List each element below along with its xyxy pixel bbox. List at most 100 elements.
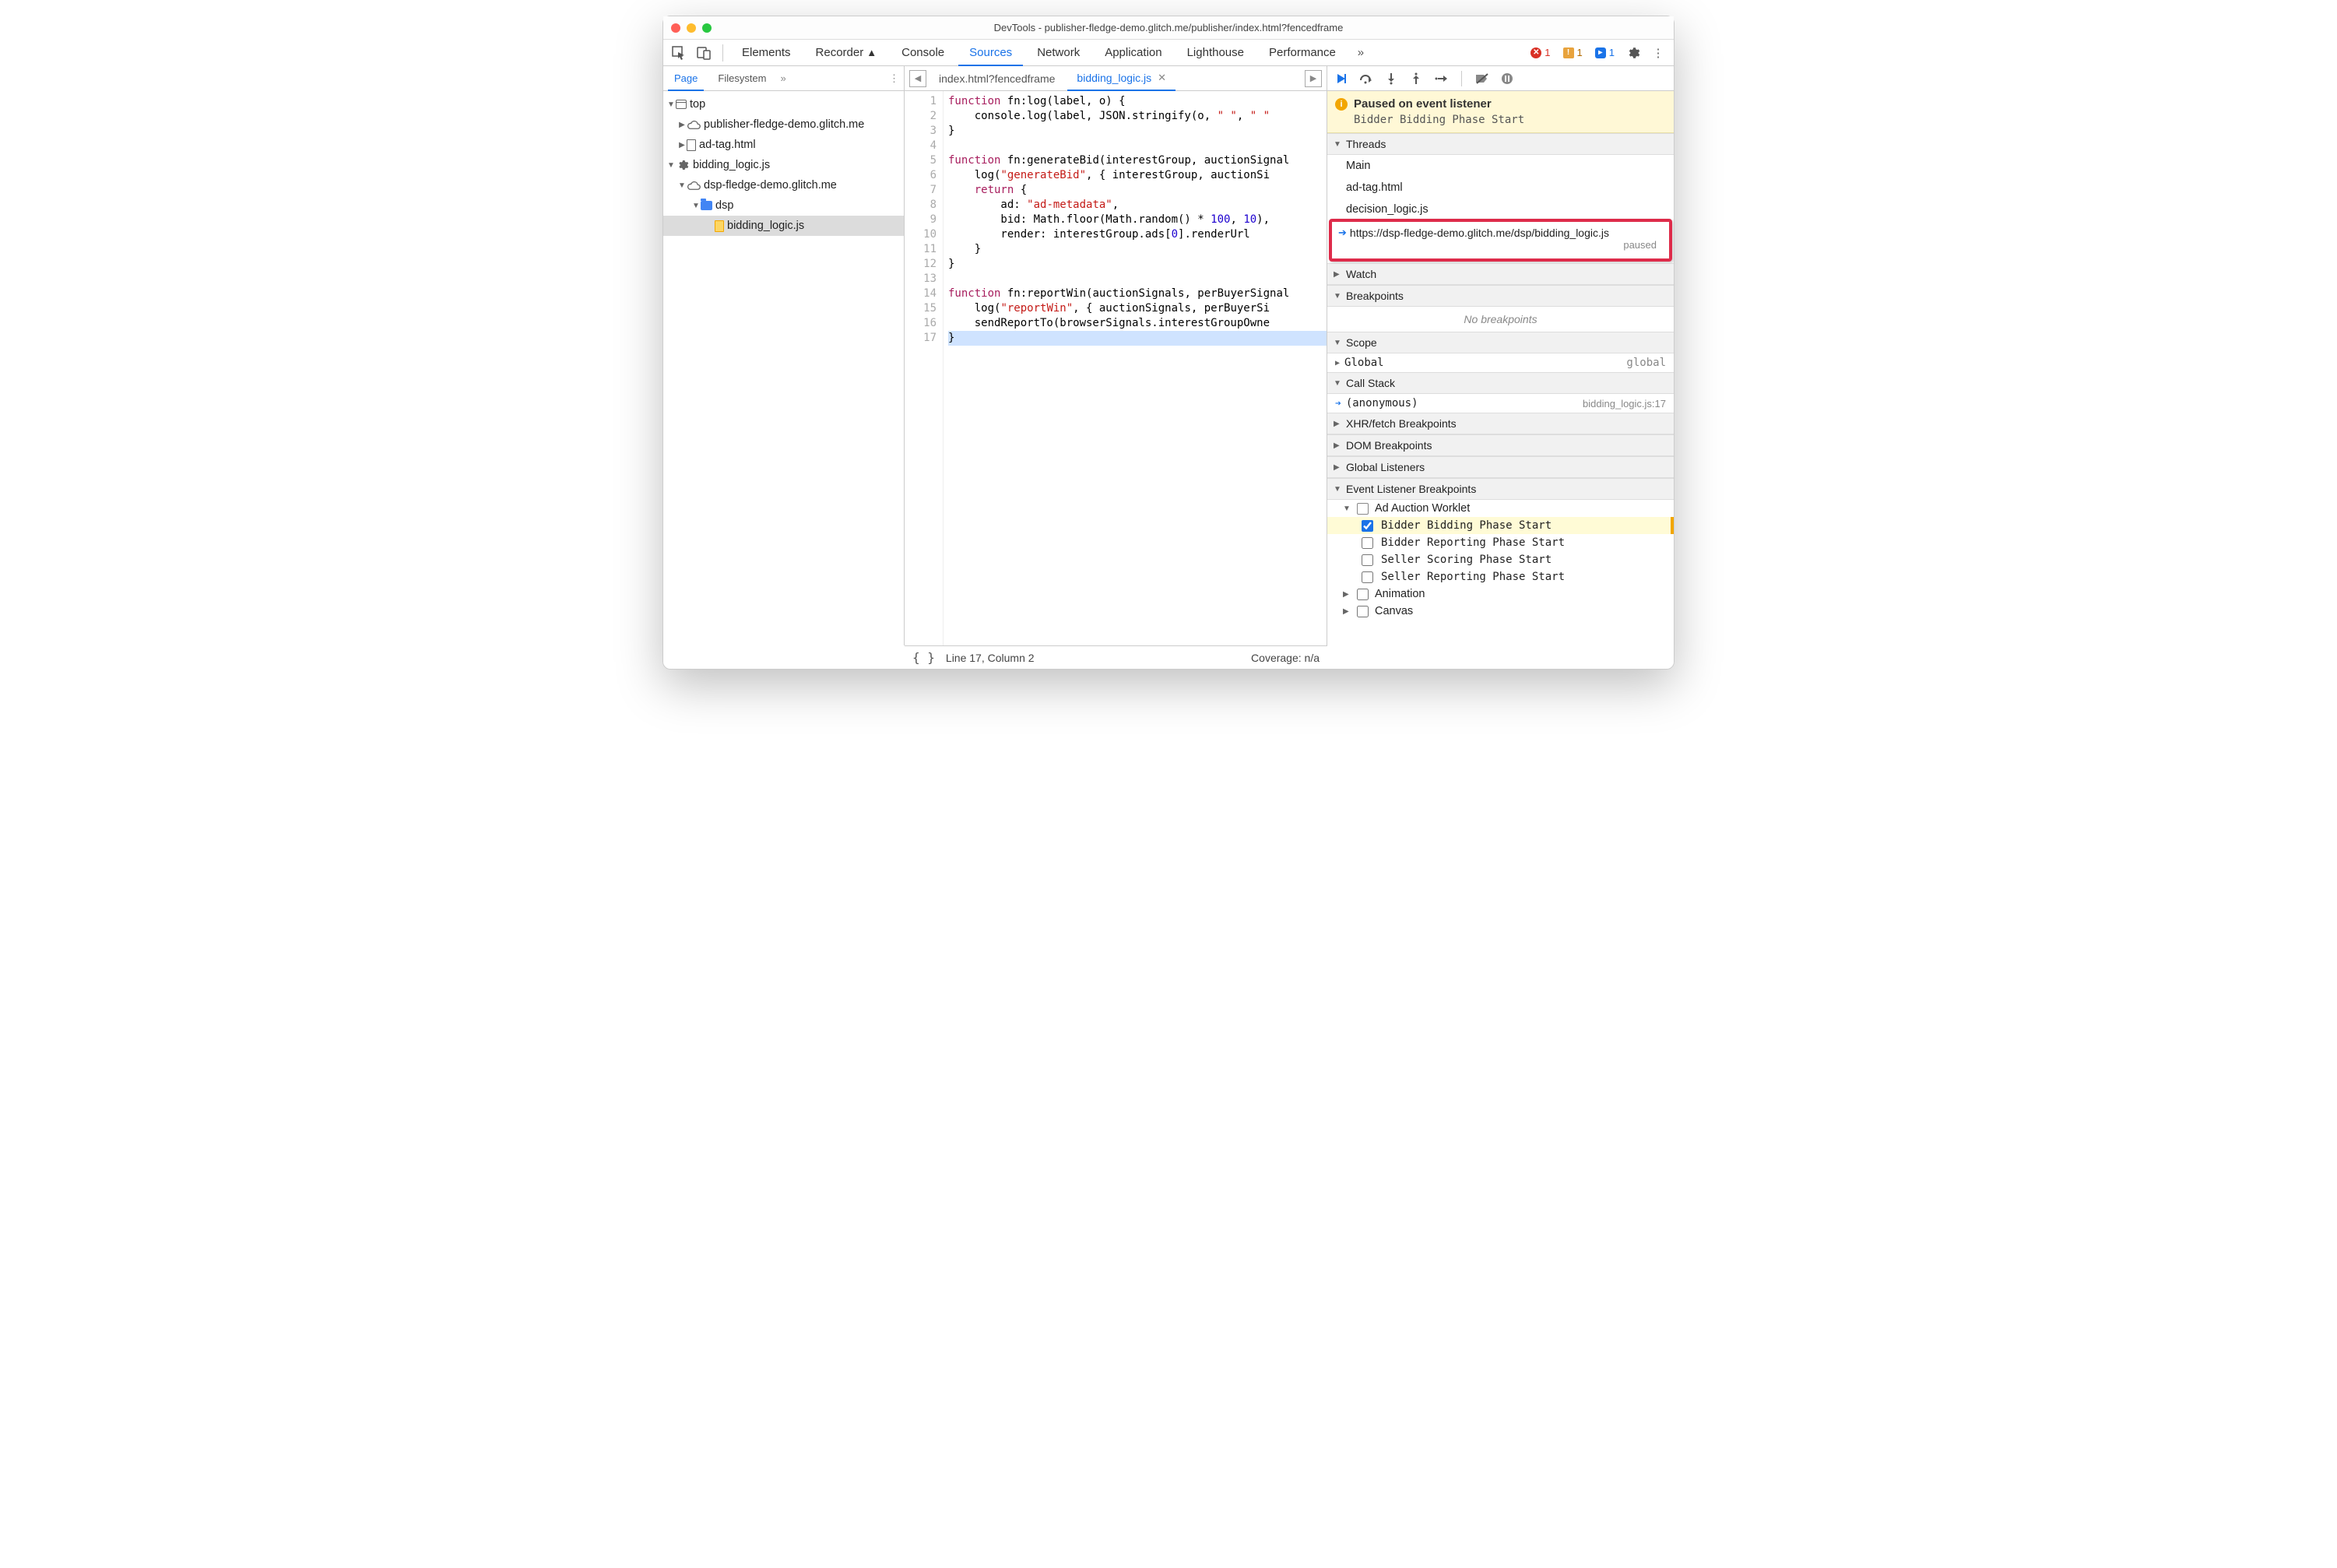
thread-bidding-label: https://dsp-fledge-demo.glitch.me/dsp/bi…	[1350, 227, 1609, 239]
thread-decision[interactable]: decision_logic.js	[1327, 199, 1674, 220]
step-into-icon[interactable]	[1383, 71, 1399, 86]
section-global-listeners[interactable]: ▶Global Listeners	[1327, 456, 1674, 478]
tab-network[interactable]: Network	[1026, 40, 1091, 66]
section-threads[interactable]: ▼Threads	[1327, 133, 1674, 155]
thread-main-label: Main	[1346, 160, 1370, 172]
section-xhr-label: XHR/fetch Breakpoints	[1346, 417, 1457, 430]
gear-icon	[676, 158, 690, 172]
evt-item-2-checkbox[interactable]	[1362, 554, 1373, 566]
section-callstack[interactable]: ▼Call Stack	[1327, 372, 1674, 394]
section-breakpoints[interactable]: ▼Breakpoints	[1327, 285, 1674, 307]
evt-item-1[interactable]: Bidder Reporting Phase Start	[1327, 534, 1674, 551]
evt-cat-canvas-label: Canvas	[1375, 605, 1413, 617]
more-subtabs-icon[interactable]: »	[781, 72, 786, 84]
evt-item-1-checkbox[interactable]	[1362, 537, 1373, 549]
section-xhr[interactable]: ▶XHR/fetch Breakpoints	[1327, 413, 1674, 434]
scope-global[interactable]: ▶ Global global	[1327, 353, 1674, 372]
code-body[interactable]: function fn:log(label, o) { console.log(…	[944, 91, 1327, 645]
evt-item-3-label: Seller Reporting Phase Start	[1381, 571, 1565, 583]
kebab-menu-icon[interactable]: ⋮	[1647, 42, 1669, 64]
evt-item-3-checkbox[interactable]	[1362, 571, 1373, 583]
section-watch-label: Watch	[1346, 268, 1376, 280]
evt-item-2[interactable]: Seller Scoring Phase Start	[1327, 551, 1674, 568]
navigator-panel: Page Filesystem » ⋮ ▼ top ▶ publisher-fl…	[663, 66, 905, 645]
code-editor[interactable]: 1234567891011121314151617 function fn:lo…	[905, 91, 1327, 645]
editor-tab-index[interactable]: index.html?fencedframe	[930, 66, 1064, 91]
more-tabs-icon[interactable]: »	[1350, 42, 1372, 64]
device-toggle-icon[interactable]	[693, 42, 715, 64]
tree-file-bidding[interactable]: bidding_logic.js	[663, 216, 904, 236]
section-event-listeners[interactable]: ▼Event Listener Breakpoints	[1327, 478, 1674, 500]
tab-performance[interactable]: Performance	[1258, 40, 1347, 66]
tree-top[interactable]: ▼ top	[663, 94, 904, 114]
errors-badge[interactable]: ✕1	[1526, 45, 1555, 60]
tab-sources[interactable]: Sources	[958, 40, 1023, 66]
columns: Page Filesystem » ⋮ ▼ top ▶ publisher-fl…	[663, 66, 1674, 645]
editor-tab-index-label: index.html?fencedframe	[939, 72, 1055, 85]
subtab-filesystem[interactable]: Filesystem	[712, 66, 772, 91]
tab-console[interactable]: Console	[891, 40, 955, 66]
editor-nav-fwd-icon[interactable]: ▶	[1305, 70, 1322, 87]
step-icon[interactable]	[1433, 71, 1449, 86]
thread-main[interactable]: Main	[1327, 155, 1674, 177]
tab-recorder[interactable]: Recorder ▲	[805, 40, 888, 66]
frame-icon	[676, 100, 687, 109]
tree-folder-dsp[interactable]: ▼ dsp	[663, 195, 904, 216]
format-icon[interactable]: { }	[912, 650, 935, 665]
evt-item-0-checkbox[interactable]	[1362, 520, 1373, 532]
issues-badge[interactable]: ▸1	[1590, 45, 1619, 60]
statusbar: { } Line 17, Column 2 Coverage: n/a	[905, 645, 1327, 669]
callstack-frame[interactable]: ➔ (anonymous) bidding_logic.js:17	[1327, 394, 1674, 413]
resume-icon[interactable]	[1334, 71, 1349, 86]
deactivate-breakpoints-icon[interactable]	[1474, 71, 1490, 86]
step-out-icon[interactable]	[1408, 71, 1424, 86]
tree-domain-dsp[interactable]: ▼ dsp-fledge-demo.glitch.me	[663, 175, 904, 195]
warnings-count: 1	[1577, 47, 1583, 58]
no-breakpoints: No breakpoints	[1327, 307, 1674, 332]
navigator-menu-icon[interactable]: ⋮	[889, 72, 899, 85]
step-over-icon[interactable]	[1358, 71, 1374, 86]
section-breakpoints-label: Breakpoints	[1346, 290, 1404, 302]
settings-icon[interactable]	[1622, 42, 1644, 64]
section-watch[interactable]: ▶Watch	[1327, 263, 1674, 285]
evt-item-0[interactable]: Bidder Bidding Phase Start	[1327, 517, 1674, 534]
tree-worklet-label: bidding_logic.js	[693, 159, 770, 171]
tab-lighthouse[interactable]: Lighthouse	[1176, 40, 1255, 66]
tree-domain-publisher[interactable]: ▶ publisher-fledge-demo.glitch.me	[663, 114, 904, 135]
thread-adtag[interactable]: ad-tag.html	[1327, 177, 1674, 199]
line-gutter: 1234567891011121314151617	[905, 91, 944, 645]
evt-cat-ad-auction-checkbox[interactable]: −	[1357, 503, 1369, 515]
section-scope[interactable]: ▼Scope	[1327, 332, 1674, 353]
evt-cat-animation[interactable]: ▶ Animation	[1327, 585, 1674, 603]
evt-item-3[interactable]: Seller Reporting Phase Start	[1327, 568, 1674, 585]
tab-elements[interactable]: Elements	[731, 40, 802, 66]
pause-exceptions-icon[interactable]	[1499, 71, 1515, 86]
evt-cat-animation-checkbox[interactable]	[1357, 589, 1369, 600]
editor-tab-bidding[interactable]: bidding_logic.js ✕	[1067, 66, 1176, 91]
tree-adtag[interactable]: ▶ ad-tag.html	[663, 135, 904, 155]
tab-application[interactable]: Application	[1094, 40, 1172, 66]
warnings-badge[interactable]: !1	[1559, 45, 1587, 60]
thread-bidding[interactable]: ➔ https://dsp-fledge-demo.glitch.me/dsp/…	[1346, 227, 1664, 251]
info-icon: i	[1335, 98, 1348, 111]
evt-cat-ad-auction[interactable]: ▼ − Ad Auction Worklet	[1327, 500, 1674, 517]
tree-worklet[interactable]: ▼ bidding_logic.js	[663, 155, 904, 175]
tab-recorder-label: Recorder	[816, 40, 864, 66]
evt-cat-canvas-checkbox[interactable]	[1357, 606, 1369, 617]
current-thread-icon: ➔	[1338, 227, 1347, 239]
tree-folder-label: dsp	[715, 199, 733, 212]
window-title: DevTools - publisher-fledge-demo.glitch.…	[663, 22, 1674, 33]
issues-count: 1	[1609, 47, 1615, 58]
editor-nav-back-icon[interactable]: ◀	[909, 70, 926, 87]
subtab-page[interactable]: Page	[668, 66, 704, 91]
scope-global-value: global	[1626, 357, 1666, 369]
tree-domain-dsp-label: dsp-fledge-demo.glitch.me	[704, 179, 837, 192]
evt-item-1-label: Bidder Reporting Phase Start	[1381, 536, 1565, 549]
evt-cat-ad-auction-label: Ad Auction Worklet	[1375, 502, 1470, 515]
evt-cat-canvas[interactable]: ▶ Canvas	[1327, 603, 1674, 620]
scope-global-label: Global	[1344, 357, 1384, 369]
close-tab-icon[interactable]: ✕	[1158, 72, 1166, 84]
section-dom[interactable]: ▶DOM Breakpoints	[1327, 434, 1674, 456]
section-evt-label: Event Listener Breakpoints	[1346, 483, 1476, 495]
inspect-icon[interactable]	[668, 42, 690, 64]
